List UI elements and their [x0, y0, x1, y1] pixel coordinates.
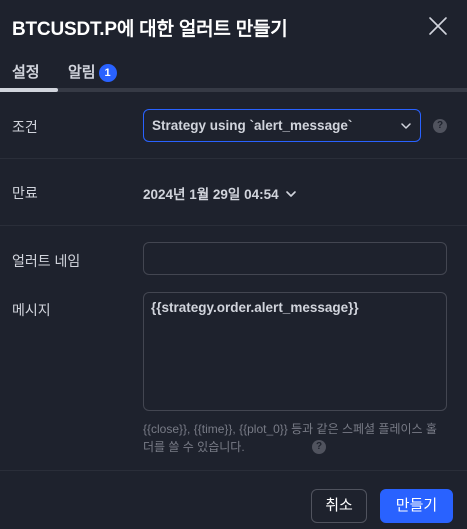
- expiry-label: 만료: [12, 185, 38, 201]
- chevron-down-icon: [401, 123, 411, 129]
- message-textarea[interactable]: {{strategy.order.alert_message}}: [143, 292, 447, 411]
- close-icon: [429, 17, 447, 35]
- tab-settings[interactable]: 설정: [12, 61, 40, 82]
- condition-select[interactable]: Strategy using `alert_message`: [143, 109, 421, 142]
- condition-label: 조건: [12, 119, 38, 135]
- tab-track: [0, 88, 467, 92]
- expiry-value: 2024년 1월 29일 04:54: [143, 187, 279, 202]
- dialog-title: BTCUSDT.P에 대한 얼러트 만들기: [12, 19, 288, 40]
- message-label: 메시지: [12, 302, 51, 318]
- alert-name-label: 얼러트 네임: [12, 253, 81, 269]
- tab-settings-label: 설정: [12, 64, 40, 81]
- condition-select-value: Strategy using `alert_message`: [152, 118, 353, 133]
- expiry-dropdown[interactable]: 2024년 1월 29일 04:54: [143, 183, 297, 203]
- message-text: {{strategy.order.alert_message}}: [151, 300, 359, 315]
- active-tab-indicator: [0, 88, 58, 92]
- placeholder-hint: {{close}}, {{time}}, {{plot_0}} 등과 같은 스페…: [143, 420, 447, 456]
- footer-divider: [0, 470, 467, 471]
- tab-notifications-label: 알림: [68, 64, 96, 81]
- create-button[interactable]: 만들기: [380, 489, 453, 523]
- message-help-icon[interactable]: ?: [312, 440, 326, 454]
- cancel-button[interactable]: 취소: [311, 489, 367, 523]
- condition-help-icon[interactable]: ?: [433, 119, 447, 133]
- alert-name-input[interactable]: [143, 242, 447, 275]
- chevron-down-icon: [285, 191, 296, 197]
- create-alert-dialog: BTCUSDT.P에 대한 얼러트 만들기 설정 알림 1 조건 Strategy…: [0, 0, 467, 529]
- divider: [0, 225, 467, 226]
- tab-notifications[interactable]: 알림 1: [68, 61, 117, 82]
- close-button[interactable]: [426, 14, 450, 38]
- placeholder-hint-text: {{close}}, {{time}}, {{plot_0}} 등과 같은 스페…: [143, 422, 437, 454]
- notification-count-badge: 1: [98, 64, 117, 82]
- divider: [0, 158, 467, 159]
